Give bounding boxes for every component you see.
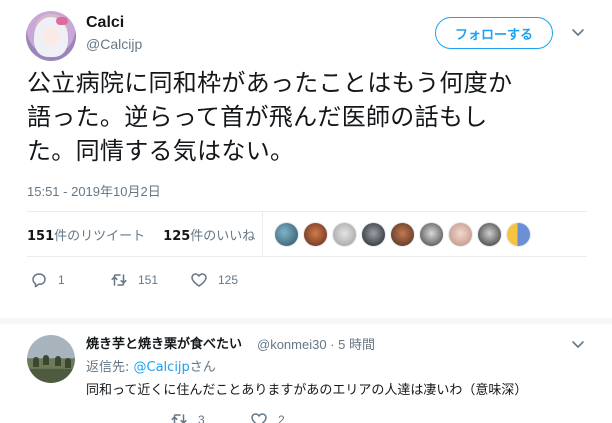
reply-actions: 3 2 <box>170 411 330 423</box>
likes-stat[interactable]: 125件のいいね <box>163 225 255 244</box>
reply-button[interactable]: 1 <box>30 271 110 289</box>
reply-to-line: 返信先: @Calcijpさん <box>86 356 216 375</box>
retweet-icon <box>111 274 127 286</box>
thread-separator <box>0 318 612 324</box>
tweet-timestamp[interactable]: 15:51 - 2019年10月2日 <box>27 181 161 200</box>
reply-retweet-count: 3 <box>198 413 205 423</box>
reply-to-user-link[interactable]: @Calcijp <box>134 360 190 375</box>
retweet-button[interactable]: 151 <box>110 271 190 289</box>
avatar-tree <box>55 356 61 366</box>
avatar-bow <box>56 17 68 25</box>
likes-stat-count: 125 <box>163 229 191 244</box>
reply-to-prefix: 返信先: <box>86 360 134 375</box>
liker-avatar[interactable] <box>303 222 328 247</box>
avatar-tree <box>43 355 49 365</box>
avatar-tree <box>65 358 71 368</box>
chevron-down-icon[interactable] <box>570 24 586 40</box>
avatar-tree <box>33 357 39 367</box>
reply-author-handle[interactable]: @konmei30 · 5 時間 <box>257 334 375 353</box>
liker-avatar[interactable] <box>361 222 386 247</box>
liker-avatar[interactable] <box>419 222 444 247</box>
liker-avatar[interactable] <box>274 222 299 247</box>
likes-stat-label: 件のいいね <box>190 229 256 244</box>
retweet-icon <box>171 414 187 423</box>
tweet-text-line: 語った。逆らって首が飛んだ医師の話もし <box>27 103 488 131</box>
tweet-stats: 151件のリツイート 125件のいいね <box>27 225 273 244</box>
likers-avatars <box>274 222 535 247</box>
tweet-text-line: 公立病院に同和枠があったことはもう何度か <box>27 69 513 97</box>
reply-author-avatar[interactable] <box>27 335 75 383</box>
author-name[interactable]: Calci <box>86 14 124 32</box>
author-avatar[interactable] <box>26 11 76 61</box>
heart-icon <box>191 273 207 287</box>
avatar-face <box>43 27 59 45</box>
follow-button[interactable]: フォローする <box>435 17 553 49</box>
reply-retweet-button[interactable]: 3 <box>170 411 250 423</box>
heart-icon <box>251 413 267 423</box>
liker-avatar[interactable] <box>506 222 531 247</box>
retweets-stat[interactable]: 151件のリツイート <box>27 225 145 244</box>
retweets-stat-count: 151 <box>27 229 55 244</box>
retweets-stat-label: 件のリツイート <box>54 229 146 244</box>
liker-avatar[interactable] <box>477 222 502 247</box>
retweet-count: 151 <box>138 273 159 287</box>
divider <box>27 256 587 257</box>
reply-author-name[interactable]: 焼き芋と焼き栗が食べたい <box>86 333 242 352</box>
reply-like-count: 2 <box>278 413 285 423</box>
stats-separator <box>262 212 263 256</box>
reply-text: 同和って近くに住んだことありますがあのエリアの人達は凄いわ（意味深） <box>86 383 528 398</box>
tweet-actions: 1 151 125 <box>30 271 270 289</box>
liker-avatar[interactable] <box>332 222 357 247</box>
tweet-text: 公立病院に同和枠があったことはもう何度か 語った。逆らって首が飛んだ医師の話もし… <box>27 66 597 168</box>
liker-avatar[interactable] <box>448 222 473 247</box>
like-button[interactable]: 125 <box>190 271 270 289</box>
author-handle[interactable]: @Calcijp <box>86 36 142 52</box>
divider <box>27 211 587 212</box>
reply-like-button[interactable]: 2 <box>250 411 330 423</box>
chevron-down-icon[interactable] <box>570 336 586 352</box>
liker-avatar[interactable] <box>390 222 415 247</box>
reply-count: 1 <box>58 273 65 287</box>
reply-to-suffix: さん <box>189 360 216 375</box>
reply-icon <box>32 273 46 288</box>
tweet-text-line: た。同情する気はない。 <box>27 137 295 165</box>
like-count: 125 <box>218 273 239 287</box>
